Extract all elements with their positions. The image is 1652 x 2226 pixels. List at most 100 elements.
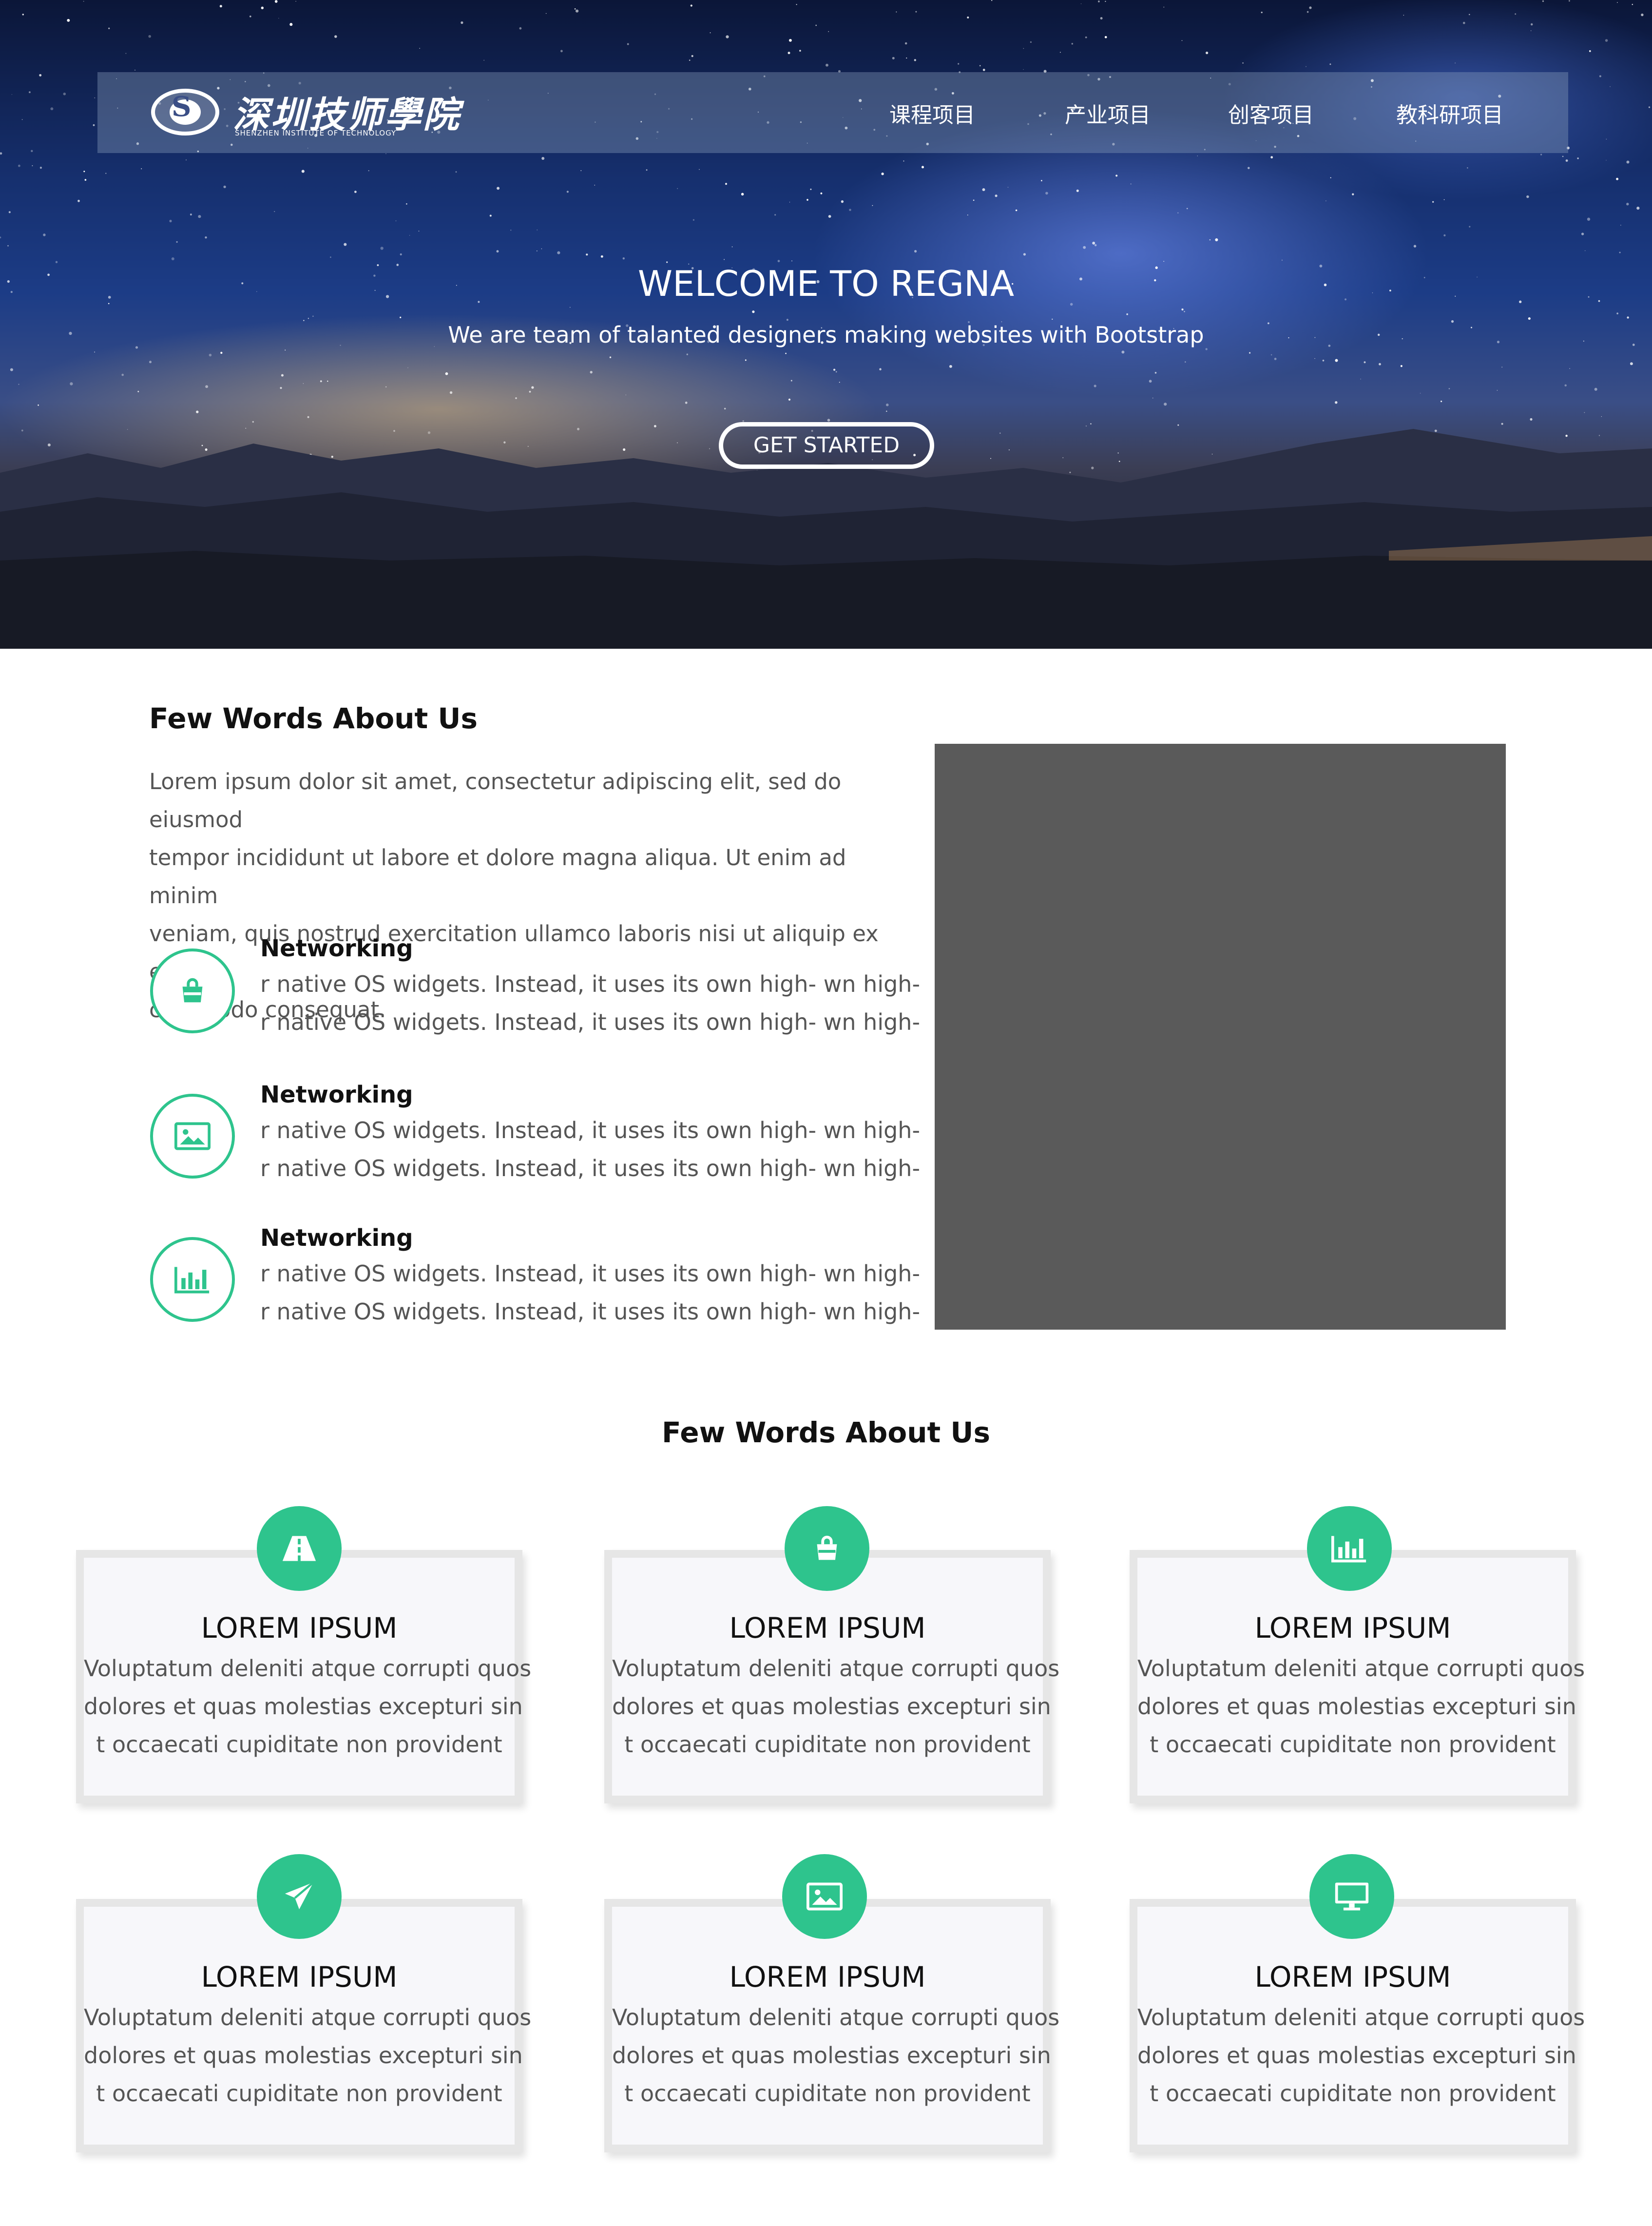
star bbox=[8, 211, 11, 213]
star bbox=[368, 170, 369, 172]
feature-title: Networking bbox=[260, 1081, 413, 1108]
star bbox=[50, 107, 54, 111]
star bbox=[1314, 358, 1315, 359]
star bbox=[725, 183, 727, 185]
star bbox=[278, 18, 279, 19]
star bbox=[921, 166, 924, 169]
star bbox=[785, 352, 787, 354]
star bbox=[1163, 6, 1165, 8]
star bbox=[788, 398, 791, 401]
star bbox=[1181, 308, 1184, 310]
card-text: dolores et quas molestias excepturi sin bbox=[84, 2042, 523, 2069]
star bbox=[43, 233, 46, 236]
card-title: LOREM IPSUM bbox=[729, 1611, 926, 1645]
star bbox=[1540, 154, 1542, 155]
star bbox=[32, 165, 33, 166]
star bbox=[1455, 62, 1456, 64]
feature-description: r native OS widgets. Instead, it uses it… bbox=[260, 1260, 921, 1287]
star bbox=[400, 316, 402, 318]
star bbox=[904, 42, 907, 45]
road-icon bbox=[257, 1506, 342, 1591]
star bbox=[1130, 183, 1132, 185]
star bbox=[497, 187, 500, 190]
about-title: Few Words About Us bbox=[149, 702, 478, 735]
star bbox=[418, 231, 420, 232]
star bbox=[541, 157, 545, 160]
star bbox=[1335, 401, 1338, 404]
card-text: dolores et quas molestias excepturi sin bbox=[1137, 2042, 1576, 2069]
star bbox=[84, 179, 87, 181]
star bbox=[1149, 380, 1152, 383]
star bbox=[1584, 412, 1585, 413]
card-text: Voluptatum deleniti atque corrupti quos bbox=[612, 1655, 1060, 1682]
star bbox=[839, 382, 840, 383]
star bbox=[995, 194, 998, 197]
star bbox=[1497, 390, 1498, 391]
star bbox=[285, 349, 286, 351]
star bbox=[731, 246, 733, 248]
bar-chart-icon bbox=[150, 1237, 235, 1322]
shopping-bag-icon bbox=[785, 1506, 869, 1591]
card-text: Voluptatum deleniti atque corrupti quos bbox=[84, 1655, 532, 1682]
card-title: LOREM IPSUM bbox=[1254, 1960, 1451, 1994]
star bbox=[1562, 155, 1564, 157]
star bbox=[483, 59, 485, 61]
star bbox=[1448, 388, 1450, 389]
nav-item-industry[interactable]: 产业项目 bbox=[1065, 97, 1151, 129]
card-text: t occaecati cupiditate non provident bbox=[96, 2080, 502, 2107]
star bbox=[67, 19, 70, 22]
star bbox=[886, 403, 889, 406]
star bbox=[886, 410, 887, 412]
star bbox=[566, 191, 569, 193]
star bbox=[1330, 177, 1331, 178]
star bbox=[967, 16, 969, 19]
star bbox=[541, 248, 542, 250]
monitor-icon bbox=[1309, 1854, 1394, 1939]
star bbox=[982, 188, 985, 192]
star bbox=[774, 214, 776, 216]
star bbox=[1248, 167, 1250, 169]
star bbox=[1352, 193, 1354, 195]
star bbox=[169, 219, 172, 223]
school-logo[interactable]: S 深圳技师學院 SHENZHEN INSTITUTE OF TECHNOLOG… bbox=[151, 86, 463, 139]
star bbox=[141, 168, 142, 170]
star bbox=[627, 43, 629, 45]
star bbox=[677, 188, 678, 189]
star bbox=[198, 215, 201, 218]
star bbox=[0, 236, 1, 238]
star bbox=[826, 63, 828, 67]
star bbox=[609, 356, 612, 358]
services-title: Few Words About Us bbox=[661, 1416, 991, 1449]
star bbox=[449, 391, 453, 394]
star bbox=[1083, 246, 1086, 249]
star bbox=[915, 11, 917, 13]
star bbox=[312, 315, 314, 317]
star bbox=[1205, 51, 1209, 55]
star bbox=[881, 173, 884, 175]
star bbox=[1163, 261, 1165, 262]
star bbox=[419, 48, 420, 49]
star bbox=[982, 69, 985, 71]
star bbox=[575, 9, 579, 13]
star bbox=[1599, 75, 1601, 77]
star bbox=[1568, 0, 1570, 2]
card-text: Voluptatum deleniti atque corrupti quos bbox=[612, 2004, 1060, 2031]
nav-item-maker[interactable]: 创客项目 bbox=[1228, 97, 1314, 129]
nav-item-courses[interactable]: 课程项目 bbox=[889, 97, 975, 129]
star bbox=[1413, 245, 1417, 248]
nav-item-research[interactable]: 教科研项目 bbox=[1396, 97, 1503, 129]
star bbox=[1594, 387, 1597, 391]
star bbox=[967, 214, 968, 215]
get-started-button[interactable]: GET STARTED bbox=[719, 422, 934, 469]
star bbox=[171, 257, 174, 261]
star bbox=[125, 53, 127, 54]
star bbox=[685, 401, 688, 404]
star bbox=[400, 253, 402, 255]
star bbox=[320, 380, 322, 383]
star bbox=[1094, 385, 1096, 387]
star bbox=[691, 55, 693, 58]
star bbox=[815, 24, 817, 26]
star bbox=[1501, 367, 1503, 368]
star bbox=[1041, 180, 1042, 181]
star bbox=[445, 372, 448, 375]
